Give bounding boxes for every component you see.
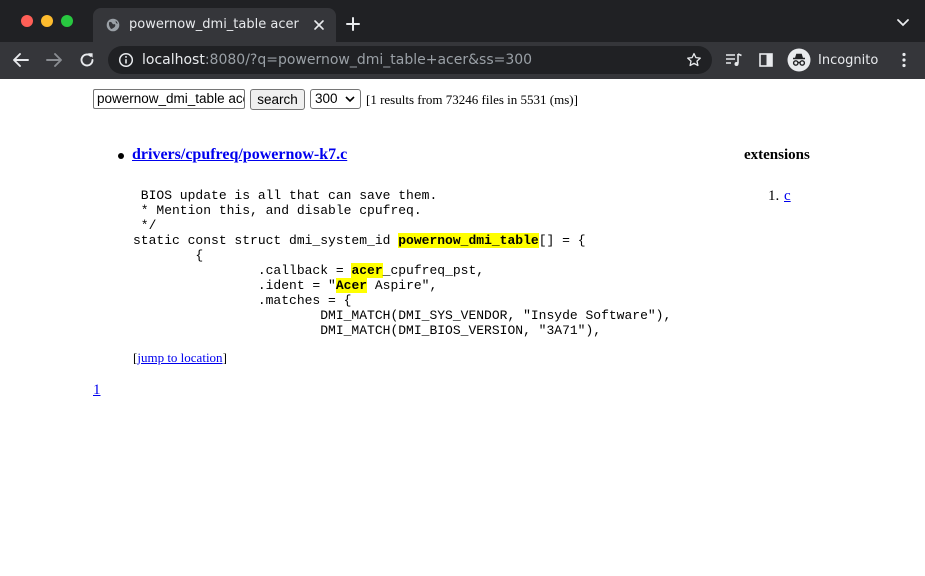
extension-item-number: 1. [768, 188, 780, 204]
code-text: BIOS update is all that can save them. [133, 188, 438, 203]
results-summary: [1 results from 73246 files in 5531 (ms)… [366, 92, 578, 107]
page-size-value: 300 [315, 91, 338, 106]
code-text: { [133, 248, 204, 263]
maximize-window-button[interactable] [61, 15, 73, 27]
code-line: * Mention this, and disable cpufreq. [133, 203, 422, 218]
code-text: * Mention this, and disable cpufreq. [133, 203, 422, 218]
back-arrow-icon[interactable] [11, 50, 31, 70]
window-titlebar: powernow_dmi_table acer [0, 0, 925, 42]
code-line: .ident = "Acer Aspire", [133, 278, 437, 293]
globe-icon [106, 18, 120, 32]
forward-arrow-icon[interactable] [44, 50, 64, 70]
tab-title: powernow_dmi_table acer [129, 17, 299, 32]
info-icon[interactable] [118, 52, 134, 68]
search-input[interactable]: powernow_dmi_table acer [93, 89, 245, 109]
code-line: DMI_MATCH(DMI_SYS_VENDOR, "Insyde Softwa… [133, 308, 671, 323]
plus-icon[interactable] [345, 16, 361, 32]
code-line: .callback = acer_cpufreq_pst, [133, 263, 484, 278]
code-text: .callback = [133, 263, 352, 278]
code-text: .matches = { [133, 293, 352, 308]
incognito-label: Incognito [818, 53, 879, 68]
url-host: localhost [142, 52, 205, 68]
code-snippet: BIOS update is all that can save them. *… [133, 188, 671, 338]
code-text: DMI_MATCH(DMI_BIOS_VERSION, "3A71"), [133, 323, 602, 338]
chevron-down-icon[interactable] [896, 18, 910, 28]
extensions-heading: extensions [744, 147, 810, 163]
browser-toolbar: localhost:8080/?q=powernow_dmi_table+ace… [0, 42, 925, 79]
jump-bracket-close: ] [222, 350, 227, 365]
url-text[interactable]: localhost:8080/?q=powernow_dmi_table+ace… [142, 52, 532, 68]
kebab-menu-icon[interactable] [901, 52, 907, 68]
pagination-page-link[interactable]: 1 [93, 382, 101, 399]
code-line: { [133, 248, 203, 263]
minimize-window-button[interactable] [41, 15, 53, 27]
incognito-icon[interactable] [787, 48, 811, 72]
code-line: */ [133, 218, 157, 233]
chevron-down-icon [345, 96, 355, 103]
address-bar[interactable]: localhost:8080/?q=powernow_dmi_table+ace… [108, 46, 712, 74]
extension-item-link[interactable]: c [784, 188, 791, 205]
page-content: powernow_dmi_table acer search 300 [1 re… [0, 79, 925, 576]
side-panel-icon[interactable] [759, 53, 773, 67]
reload-icon[interactable] [77, 50, 97, 70]
code-text: DMI_MATCH(DMI_SYS_VENDOR, "Insyde Softwa… [133, 308, 672, 323]
star-icon[interactable] [686, 52, 702, 68]
list-bullet [118, 153, 124, 159]
url-rest: :8080/?q=powernow_dmi_table+acer&ss=300 [204, 52, 533, 68]
jump-to-location: [jump to location] [133, 350, 227, 366]
media-queue-icon[interactable] [725, 52, 743, 68]
browser-tab[interactable]: powernow_dmi_table acer [93, 8, 336, 42]
close-icon[interactable] [311, 17, 327, 33]
jump-to-location-link[interactable]: jump to location [137, 350, 222, 365]
highlighted-term: powernow_dmi_table [398, 233, 539, 248]
page-size-select[interactable]: 300 [310, 89, 361, 109]
code-text: */ [133, 218, 157, 233]
close-window-button[interactable] [21, 15, 33, 27]
code-text: static const struct dmi_system_id [133, 233, 399, 248]
code-line: BIOS update is all that can save them. [133, 188, 437, 203]
code-line: static const struct dmi_system_id powern… [133, 233, 586, 248]
code-line: DMI_MATCH(DMI_BIOS_VERSION, "3A71"), [133, 323, 601, 338]
search-button[interactable]: search [250, 89, 305, 110]
code-text: _cpufreq_pst, [382, 263, 485, 278]
code-line: .matches = { [133, 293, 352, 308]
highlighted-term: acer [351, 263, 383, 278]
result-file-link[interactable]: drivers/cpufreq/powernow-k7.c [132, 146, 347, 164]
code-text: .ident = " [133, 278, 336, 293]
code-text: Aspire", [367, 278, 438, 293]
highlighted-term: Acer [335, 278, 368, 293]
code-text: [] = { [538, 233, 586, 248]
